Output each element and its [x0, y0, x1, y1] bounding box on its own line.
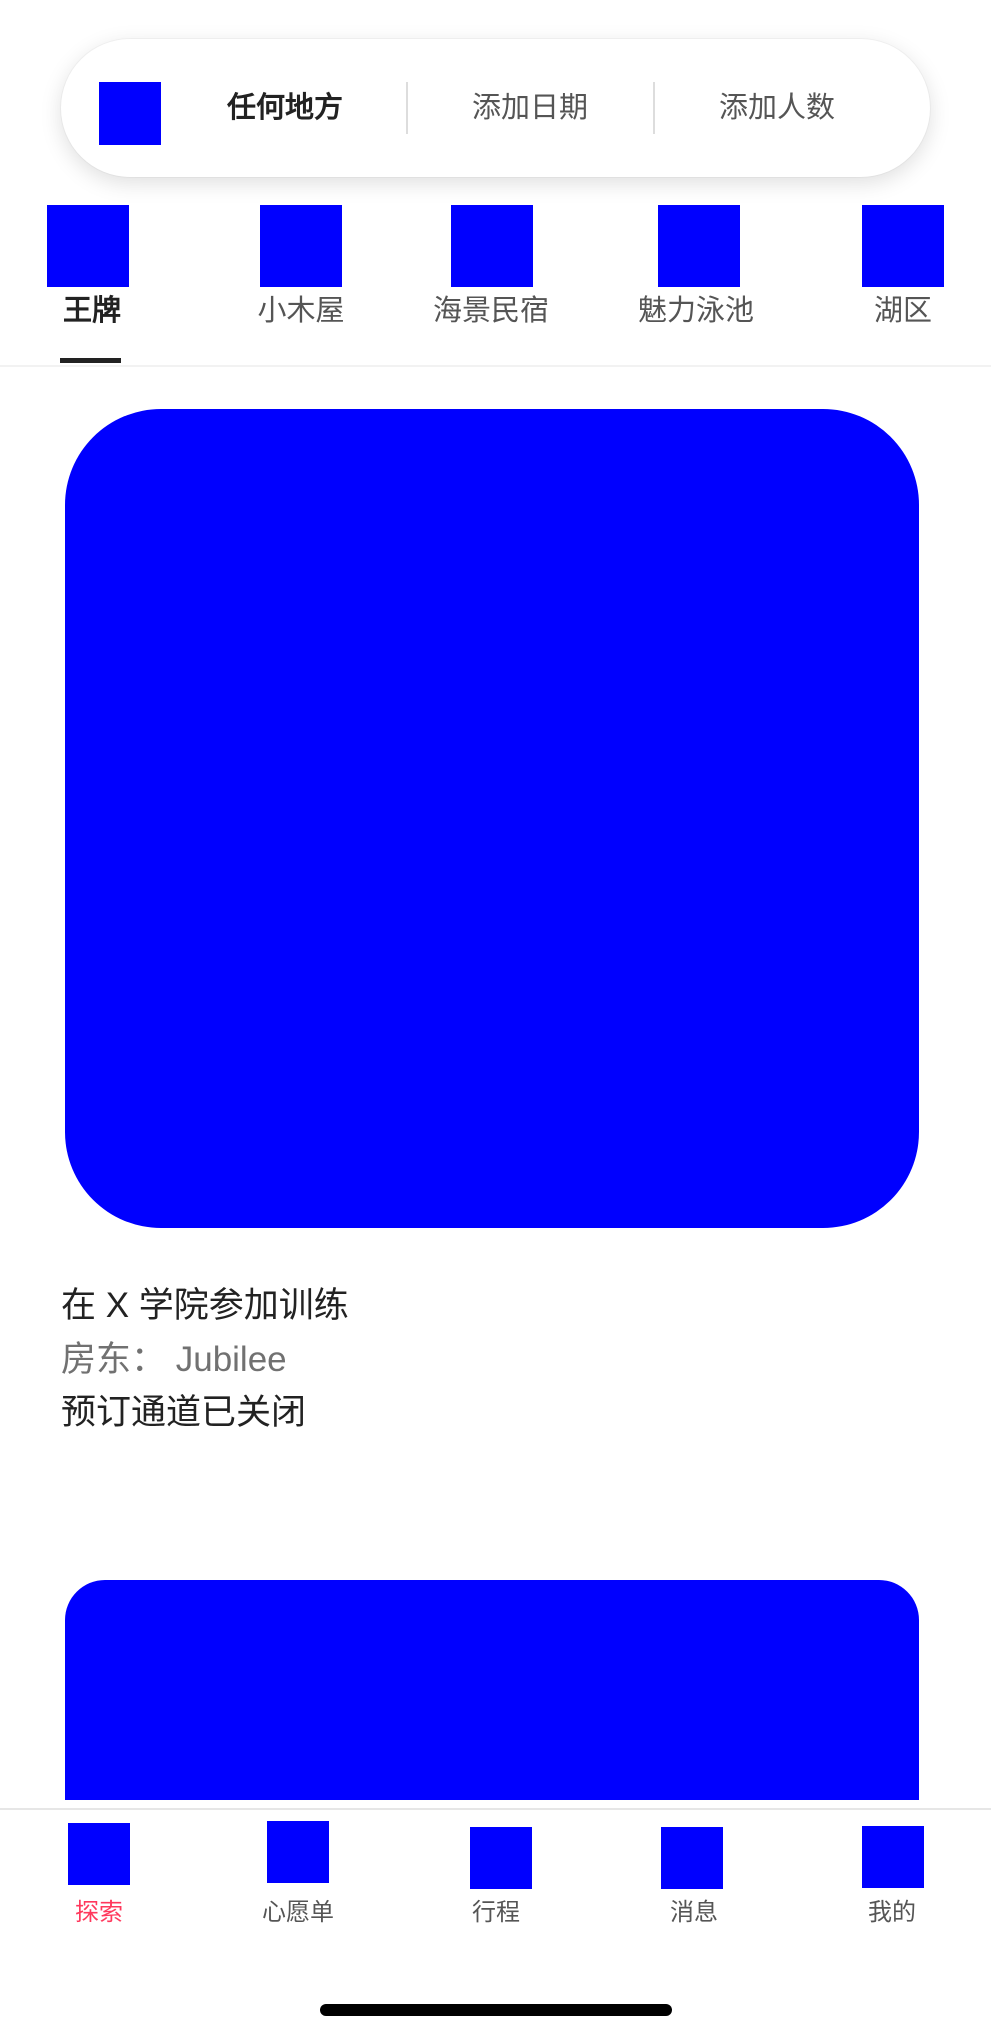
search-divider — [406, 82, 408, 134]
tab-category-1[interactable]: 小木屋 — [257, 205, 350, 365]
category-label: 魅力泳池 — [637, 295, 754, 327]
search-where-button[interactable]: 任何地方 — [185, 88, 385, 128]
listing-host: 房东： Jubilee — [61, 1340, 287, 1379]
category-icon — [862, 205, 944, 287]
listing-status: 预订通道已关闭 — [61, 1393, 307, 1432]
tab-category-4[interactable]: 湖区 — [862, 205, 952, 365]
trips-icon[interactable] — [470, 1827, 532, 1889]
category-icon — [658, 205, 740, 287]
explore-icon[interactable] — [68, 1823, 130, 1885]
nav-item-wishlist[interactable]: 心愿单 — [238, 1898, 358, 1928]
nav-item-messages[interactable]: 消息 — [634, 1898, 754, 1928]
category-label: 王牌 — [62, 295, 121, 327]
active-tab-indicator — [60, 358, 121, 363]
wishlist-icon[interactable] — [267, 1821, 329, 1883]
category-bar-divider — [0, 365, 991, 367]
search-dates-button[interactable]: 添加日期 — [430, 88, 630, 128]
profile-icon[interactable] — [862, 1826, 924, 1888]
category-label: 湖区 — [873, 295, 932, 327]
category-icon — [451, 205, 533, 287]
tab-category-2[interactable]: 海景民宿 — [433, 205, 549, 365]
nav-item-explore[interactable]: 探索 — [39, 1898, 159, 1928]
search-divider — [653, 82, 655, 134]
listing-photo[interactable] — [65, 1580, 919, 1800]
nav-item-trips[interactable]: 行程 — [436, 1898, 556, 1928]
tab-category-0[interactable]: 王牌 — [47, 205, 137, 365]
category-label: 海景民宿 — [432, 295, 549, 327]
messages-icon[interactable] — [661, 1827, 723, 1889]
listing-photo[interactable] — [65, 409, 919, 1228]
home-indicator[interactable] — [320, 2004, 672, 2016]
category-label: 小木屋 — [257, 295, 345, 327]
category-icon — [47, 205, 129, 287]
nav-item-profile[interactable]: 我的 — [832, 1898, 952, 1928]
tab-category-3[interactable]: 魅力泳池 — [638, 205, 754, 365]
listing-title[interactable]: 在 X 学院参加训练 — [61, 1282, 349, 1330]
search-icon[interactable] — [99, 82, 161, 145]
search-guests-button[interactable]: 添加人数 — [677, 88, 877, 128]
category-icon — [260, 205, 342, 287]
